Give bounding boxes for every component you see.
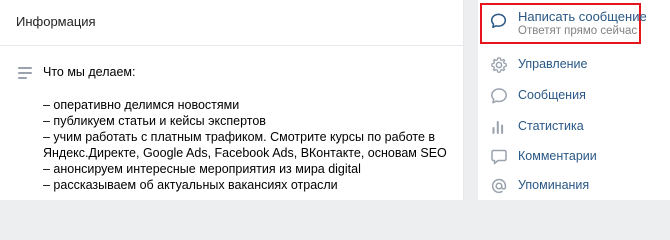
write-message-title: Написать сообщение	[518, 9, 647, 24]
sidebar-item-label: Упоминания	[518, 178, 590, 192]
message-bubble-icon	[490, 13, 507, 29]
sidebar-item-comments[interactable]: Комментарии	[478, 142, 670, 172]
write-message-subtitle: Ответят прямо сейчас	[518, 25, 638, 37]
sidebar-item-label: Комментарии	[518, 149, 597, 163]
sidebar-item-label: Сообщения	[518, 88, 586, 102]
info-line: – анонсируем интересные мероприятия из м…	[43, 162, 361, 176]
sidebar-item-management[interactable]: Управление	[478, 50, 670, 80]
info-card: Информация Что мы делаем: – оперативно д…	[0, 0, 464, 200]
sidebar-item-mentions[interactable]: Упоминания	[478, 171, 670, 201]
info-title: Что мы делаем:	[43, 65, 136, 79]
sidebar-item-label: Статистика	[518, 119, 584, 133]
info-line: – публикуем статьи и кейсы экспертов	[43, 114, 266, 128]
text-lines-icon	[18, 67, 32, 79]
at-sign-icon	[491, 178, 507, 194]
sidebar: Написать сообщение Ответят прямо сейчас …	[478, 0, 670, 200]
info-line: – рассказываем об актуальных вакансиях о…	[43, 178, 338, 192]
sidebar-item-label: Управление	[518, 57, 588, 71]
info-line: – оперативно делимся новостями	[43, 98, 240, 112]
info-line: Яндекс.Директе, Google Ads, Facebook Ads…	[43, 146, 447, 160]
info-body: Что мы делаем: – оперативно делимся ново…	[0, 46, 463, 192]
gear-icon	[491, 57, 507, 73]
sidebar-item-messages[interactable]: Сообщения	[478, 81, 670, 111]
message-bubble-icon	[491, 88, 507, 104]
info-text: Что мы делаем: – оперативно делимся ново…	[43, 64, 458, 193]
write-message-button[interactable]: Написать сообщение Ответят прямо сейчас	[478, 3, 648, 44]
comment-icon	[491, 149, 507, 165]
sidebar-item-statistics[interactable]: Статистика	[478, 112, 670, 142]
info-line: – учим работать с платным трафиком. Смот…	[43, 130, 436, 144]
info-header: Информация	[0, 0, 463, 46]
stats-bars-icon	[492, 121, 504, 134]
